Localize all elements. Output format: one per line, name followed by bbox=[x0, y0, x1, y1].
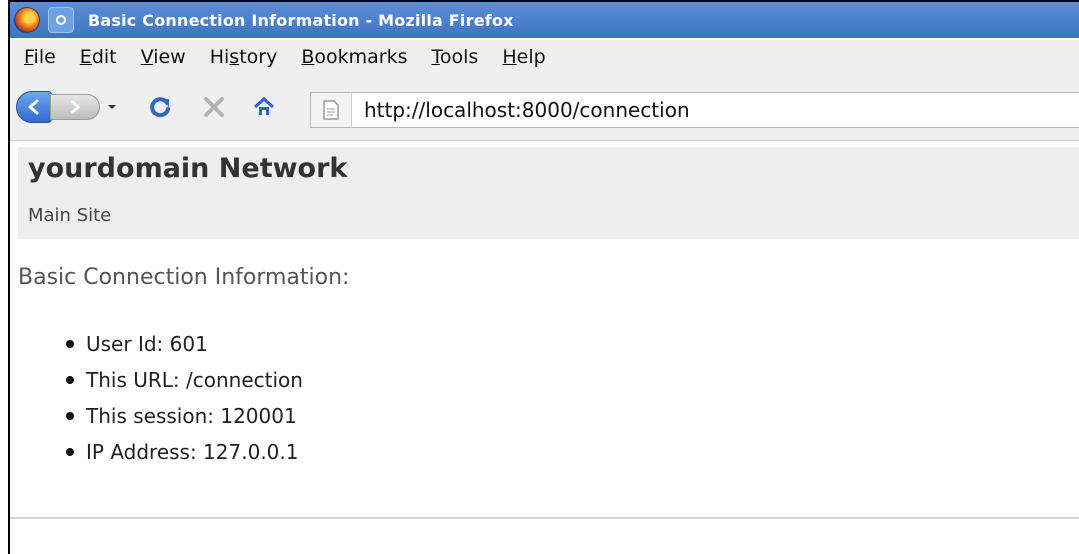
stop-button[interactable] bbox=[198, 91, 230, 123]
menu-view[interactable]: View bbox=[141, 46, 186, 68]
site-header: yourdomain Network Main Site bbox=[18, 147, 1079, 239]
bullet-icon bbox=[66, 448, 74, 456]
bullet-icon bbox=[66, 412, 74, 420]
page-content: yourdomain Network Main Site Basic Conne… bbox=[10, 141, 1079, 554]
list-item: This URL: /connection bbox=[66, 362, 303, 398]
menu-tools[interactable]: Tools bbox=[432, 46, 479, 68]
browser-window: Basic Connection Information - Mozilla F… bbox=[8, 0, 1079, 554]
list-item: This session: 120001 bbox=[66, 398, 303, 434]
reload-button[interactable] bbox=[144, 91, 176, 123]
back-forward-group bbox=[16, 91, 122, 123]
forward-arrow-icon bbox=[71, 100, 80, 114]
window-menu-icon[interactable] bbox=[48, 7, 74, 33]
connection-info-list: User Id: 601 This URL: /connection This … bbox=[66, 326, 303, 470]
menu-file[interactable]: File bbox=[24, 46, 56, 68]
forward-button[interactable] bbox=[50, 94, 100, 120]
home-icon bbox=[254, 97, 274, 115]
site-subtitle: Main Site bbox=[28, 205, 112, 226]
firefox-logo-icon[interactable] bbox=[14, 7, 40, 33]
home-button[interactable] bbox=[248, 91, 280, 123]
menu-bookmarks[interactable]: Bookmarks bbox=[301, 46, 407, 68]
chevron-down-icon bbox=[108, 105, 116, 109]
page-icon bbox=[323, 100, 339, 120]
back-button[interactable] bbox=[16, 91, 52, 123]
navigation-toolbar: http://localhost:8000/connection bbox=[10, 74, 1079, 141]
url-bar[interactable]: http://localhost:8000/connection bbox=[310, 92, 1079, 128]
menu-edit[interactable]: Edit bbox=[80, 46, 117, 68]
stop-icon bbox=[204, 97, 224, 117]
site-identity-button[interactable] bbox=[311, 93, 352, 127]
list-item: IP Address: 127.0.0.1 bbox=[66, 434, 303, 470]
history-dropdown-button[interactable] bbox=[104, 99, 120, 115]
url-input[interactable]: http://localhost:8000/connection bbox=[364, 98, 690, 122]
title-bar[interactable]: Basic Connection Information - Mozilla F… bbox=[10, 2, 1079, 38]
site-title: yourdomain Network bbox=[28, 153, 348, 184]
menu-bar: File Edit View History Bookmarks Tools H… bbox=[10, 40, 1079, 74]
menu-history[interactable]: History bbox=[210, 46, 278, 68]
section-heading: Basic Connection Information: bbox=[18, 265, 350, 290]
window-title: Basic Connection Information - Mozilla F… bbox=[88, 10, 514, 30]
bullet-icon bbox=[66, 376, 74, 384]
reload-icon bbox=[150, 97, 170, 118]
back-arrow-icon bbox=[28, 99, 39, 115]
list-item: User Id: 601 bbox=[66, 326, 303, 362]
bullet-icon bbox=[66, 340, 74, 348]
menu-help[interactable]: Help bbox=[502, 46, 545, 68]
horizontal-divider bbox=[10, 517, 1079, 519]
